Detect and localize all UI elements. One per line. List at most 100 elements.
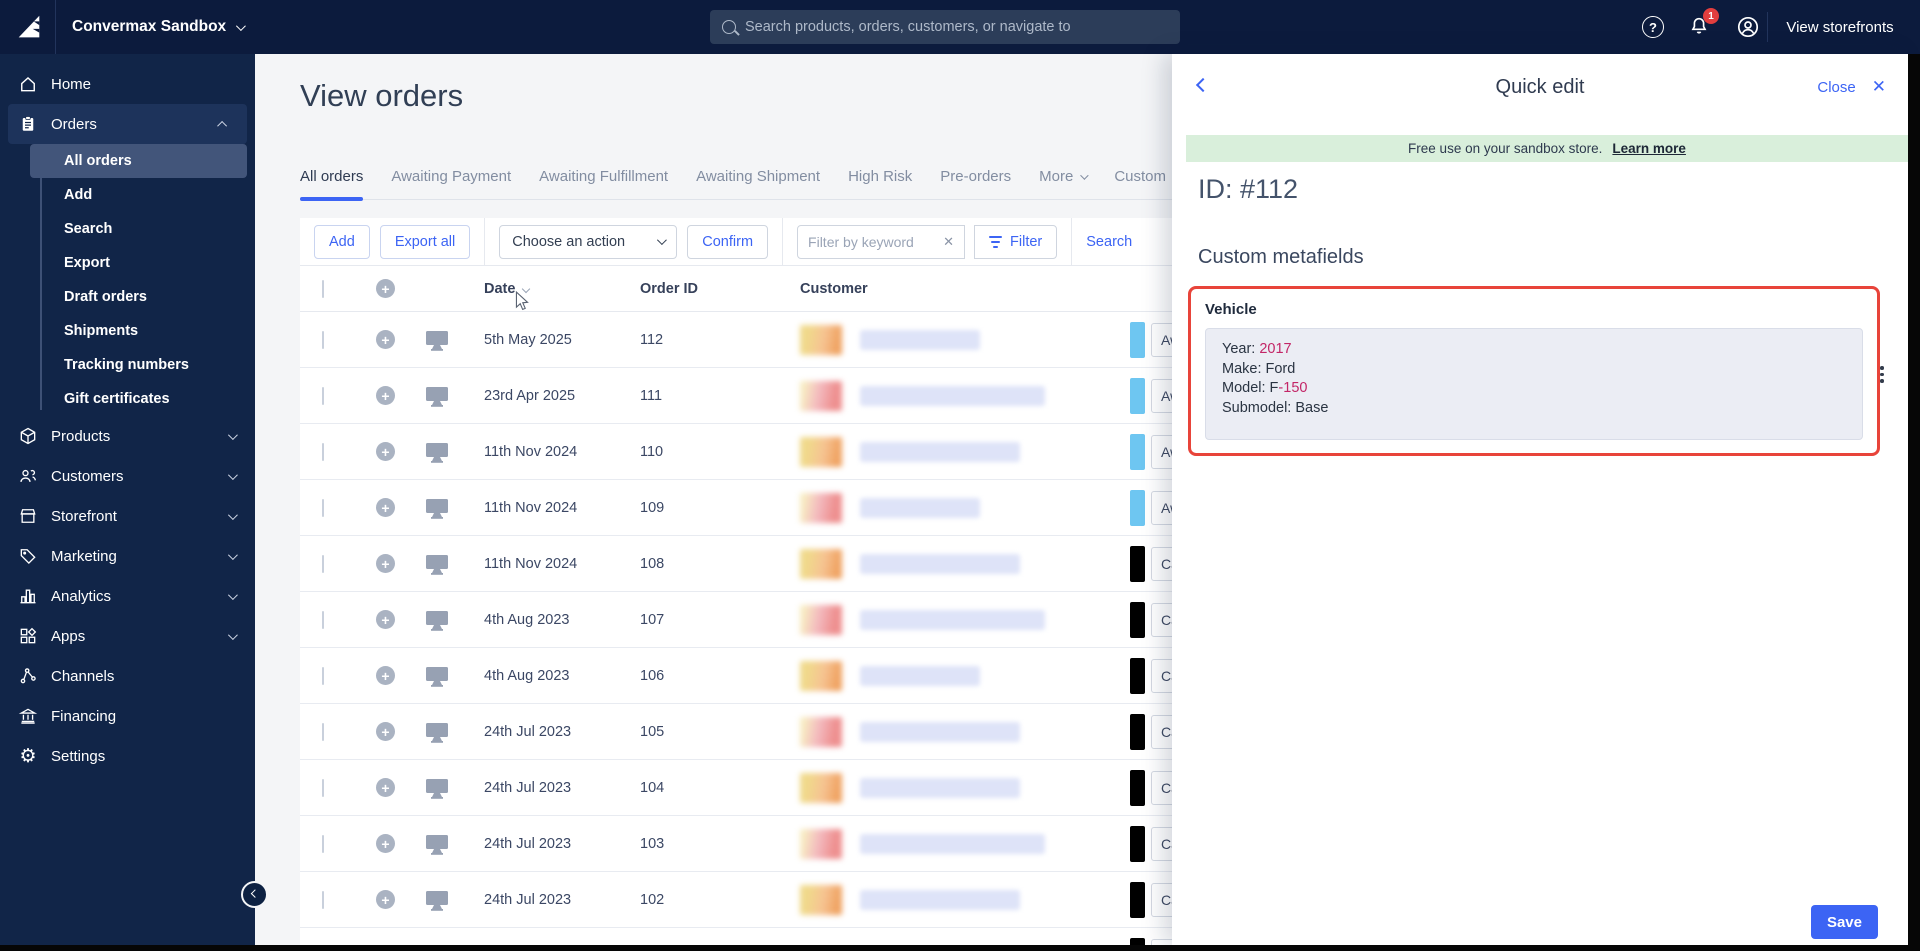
sidebar-item-financing[interactable]: Financing — [0, 696, 255, 736]
sidebar-item-all-orders[interactable]: All orders — [30, 144, 247, 178]
sidebar: Home Orders All orders Add Search Export… — [0, 54, 255, 951]
expand-row-icon[interactable]: + — [376, 610, 395, 629]
sidebar-item-draft-orders[interactable]: Draft orders — [0, 280, 255, 314]
expand-row-icon[interactable]: + — [376, 330, 395, 349]
row-checkbox[interactable] — [322, 891, 324, 909]
sort-chevron-icon[interactable] — [522, 284, 530, 292]
sidebar-item-orders[interactable]: Orders — [8, 104, 247, 144]
expand-row-icon[interactable]: + — [376, 498, 395, 517]
sidebar-item-label: Export — [64, 255, 110, 271]
column-header-date[interactable]: Date — [484, 281, 515, 297]
tab-label: More — [1039, 168, 1073, 185]
global-search[interactable] — [710, 10, 1180, 44]
row-checkbox[interactable] — [322, 611, 324, 629]
sidebar-collapse-button[interactable] — [241, 881, 268, 908]
bigcommerce-logo-icon — [14, 12, 44, 42]
export-all-button[interactable]: Export all — [380, 225, 470, 259]
sidebar-item-tracking-numbers[interactable]: Tracking numbers — [0, 348, 255, 382]
kebab-menu-icon[interactable] — [1880, 366, 1884, 383]
account-icon[interactable] — [1736, 15, 1760, 39]
vehicle-metafield-highlight[interactable]: Vehicle Year: 2017 Make: Ford Model: F-1… — [1188, 286, 1880, 456]
column-header-order-id[interactable]: Order ID — [640, 281, 800, 297]
row-checkbox[interactable] — [322, 555, 324, 573]
store-switcher[interactable]: Convermax Sandbox — [72, 0, 243, 54]
sidebar-item-shipments[interactable]: Shipments — [0, 314, 255, 348]
sidebar-item-customers[interactable]: Customers — [0, 456, 255, 496]
sidebar-item-export[interactable]: Export — [0, 246, 255, 280]
sidebar-item-apps[interactable]: Apps — [0, 616, 255, 656]
customer-flag-blur — [800, 381, 842, 411]
expand-row-icon[interactable]: + — [376, 442, 395, 461]
tab-more[interactable]: More — [1039, 168, 1086, 199]
sidebar-item-settings[interactable]: ⚙ Settings — [0, 736, 255, 776]
row-checkbox[interactable] — [322, 387, 324, 405]
metafield-value-field[interactable]: Year: 2017 Make: Ford Model: F-150 Submo… — [1205, 328, 1863, 440]
metafield-name: Vehicle — [1205, 301, 1863, 318]
learn-more-link[interactable]: Learn more — [1612, 141, 1686, 156]
sidebar-item-home[interactable]: Home — [0, 64, 255, 104]
storefront-channel-icon — [424, 608, 454, 632]
select-all-checkbox[interactable] — [322, 280, 324, 298]
column-header-customer[interactable]: Customer — [800, 281, 1130, 297]
global-search-input[interactable] — [745, 19, 1168, 35]
row-checkbox[interactable] — [322, 835, 324, 853]
sidebar-item-channels[interactable]: Channels — [0, 656, 255, 696]
expand-row-icon[interactable]: + — [376, 666, 395, 685]
expand-row-icon[interactable]: + — [376, 386, 395, 405]
tab-high-risk[interactable]: High Risk — [848, 168, 912, 199]
row-checkbox[interactable] — [322, 723, 324, 741]
confirm-button[interactable]: Confirm — [687, 225, 768, 259]
view-storefronts-button[interactable]: View storefronts — [1772, 0, 1908, 54]
keyword-filter-field[interactable]: ✕ — [797, 225, 965, 259]
filter-button[interactable]: Filter — [974, 225, 1057, 259]
expand-row-icon[interactable]: + — [376, 554, 395, 573]
status-color-bar — [1130, 714, 1145, 750]
expand-all-icon[interactable]: + — [376, 279, 395, 298]
row-checkbox[interactable] — [322, 443, 324, 461]
sidebar-item-analytics[interactable]: Analytics — [0, 576, 255, 616]
tab-label: Custom — [1114, 168, 1166, 185]
keyword-filter-input[interactable] — [808, 234, 935, 250]
expand-row-icon[interactable]: + — [376, 722, 395, 741]
bulk-action-select[interactable]: Choose an action — [499, 225, 677, 259]
sidebar-item-add[interactable]: Add — [0, 178, 255, 212]
custom-metafields-heading: Custom metafields — [1198, 246, 1364, 269]
customer-flag-blur — [800, 829, 842, 859]
sidebar-item-label: Settings — [51, 748, 105, 765]
topbar-icons: ? 1 — [1642, 0, 1760, 54]
expand-row-icon[interactable]: + — [376, 778, 395, 797]
close-label[interactable]: Close — [1817, 79, 1855, 96]
close-icon[interactable]: ✕ — [1872, 77, 1886, 97]
row-checkbox[interactable] — [322, 667, 324, 685]
tab-pre-orders[interactable]: Pre-orders — [940, 168, 1011, 199]
tab-awaiting-fulfillment[interactable]: Awaiting Fulfillment — [539, 168, 668, 199]
metafield-line: Model: F-150 — [1222, 379, 1846, 399]
tab-custom[interactable]: Custom — [1114, 168, 1179, 199]
advanced-search-link[interactable]: Search — [1086, 234, 1132, 250]
help-icon[interactable]: ? — [1642, 16, 1664, 38]
clear-filter-icon[interactable]: ✕ — [943, 234, 954, 250]
sidebar-item-storefront[interactable]: Storefront — [0, 496, 255, 536]
sidebar-item-products[interactable]: Products — [0, 416, 255, 456]
add-order-button[interactable]: Add — [314, 225, 370, 259]
toolbar-group-bulk: Choose an action Confirm — [485, 218, 783, 265]
filter-icon — [989, 236, 1002, 248]
save-button[interactable]: Save — [1811, 905, 1878, 939]
order-date: 23rd Apr 2025 — [484, 388, 575, 404]
sidebar-item-label: Tracking numbers — [64, 357, 189, 373]
sidebar-item-search[interactable]: Search — [0, 212, 255, 246]
bigcommerce-logo[interactable] — [12, 10, 46, 44]
sidebar-item-gift-certificates[interactable]: Gift certificates — [0, 382, 255, 416]
people-icon — [18, 466, 38, 486]
expand-row-icon[interactable]: + — [376, 834, 395, 853]
notifications-button[interactable]: 1 — [1688, 15, 1712, 39]
row-checkbox[interactable] — [322, 779, 324, 797]
sidebar-item-marketing[interactable]: Marketing — [0, 536, 255, 576]
tab-awaiting-shipment[interactable]: Awaiting Shipment — [696, 168, 820, 199]
expand-row-icon[interactable]: + — [376, 890, 395, 909]
tab-all-orders[interactable]: All orders — [300, 168, 363, 199]
row-checkbox[interactable] — [322, 499, 324, 517]
chevron-down-icon — [228, 510, 238, 520]
row-checkbox[interactable] — [322, 331, 324, 349]
tab-awaiting-payment[interactable]: Awaiting Payment — [391, 168, 511, 199]
